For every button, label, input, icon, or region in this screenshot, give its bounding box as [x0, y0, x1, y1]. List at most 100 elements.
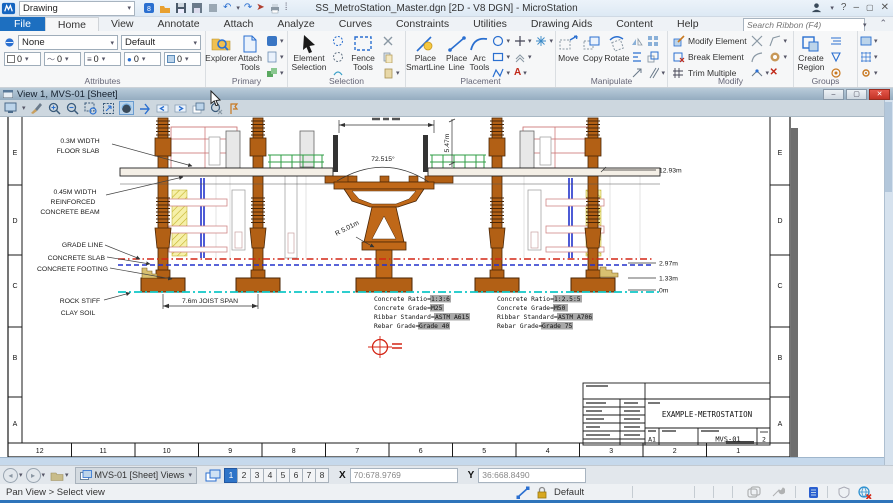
y-coordinate-field[interactable] — [478, 467, 587, 483]
view-groups-icon[interactable] — [205, 469, 221, 482]
element-info-tool[interactable]: ▾ — [266, 49, 284, 64]
views-dropdown-button[interactable]: MVS-01 [Sheet] Views ▾ — [74, 466, 197, 484]
tab-view[interactable]: View — [99, 17, 146, 31]
window-area-button[interactable] — [83, 101, 98, 115]
copy-clip-tool[interactable] — [382, 49, 400, 64]
update-view-button[interactable] — [29, 101, 44, 115]
snap-mode-icon[interactable] — [516, 486, 530, 499]
view-close-button[interactable]: ✕ — [869, 89, 890, 100]
view-history-folder-icon[interactable] — [50, 470, 64, 481]
tab-home[interactable]: Home — [44, 17, 99, 31]
tab-drawing-aids[interactable]: Drawing Aids — [519, 17, 604, 31]
zoom-out-button[interactable] — [65, 101, 80, 115]
selection-extras-tool[interactable]: ▾ — [860, 33, 891, 48]
copy-view-button[interactable] — [191, 101, 206, 115]
view-number-6[interactable]: 6 — [288, 467, 303, 483]
grid-extras-tool[interactable]: ▾ — [860, 49, 891, 64]
view-number-4[interactable]: 4 — [262, 467, 277, 483]
place-smartline-button[interactable]: Place SmartLine — [406, 33, 445, 80]
print-icon[interactable] — [269, 3, 281, 14]
workflow-combo[interactable]: Drawing ▾ — [19, 0, 135, 16]
pan-view-button[interactable] — [137, 101, 152, 115]
zoom-in-button[interactable] — [47, 101, 62, 115]
copy-button[interactable]: Copy — [581, 33, 604, 80]
tab-file[interactable]: File — [0, 17, 45, 31]
view-window-titlebar[interactable]: View 1, MVS-01 [Sheet] – ▢ ✕ — [0, 88, 893, 100]
close-button[interactable]: ✕ — [881, 2, 889, 13]
view-number-3[interactable]: 3 — [249, 467, 264, 483]
save-icon[interactable] — [175, 2, 187, 14]
search-input[interactable] — [744, 20, 862, 30]
tab-constraints[interactable]: Constraints — [384, 17, 461, 31]
tools-icon[interactable] — [771, 486, 786, 498]
active-weight-combo[interactable]: ≡ 0 ▾ — [84, 52, 121, 66]
restore-button[interactable]: ▢ — [866, 3, 874, 12]
view-menu-icon[interactable] — [3, 90, 13, 98]
ribbon-search[interactable]: ▾ — [743, 18, 867, 32]
view-display-mode-button[interactable] — [3, 101, 18, 115]
place-block-tool[interactable]: ▾ — [492, 49, 510, 64]
save-settings-icon[interactable] — [191, 2, 203, 14]
user-account-icon[interactable] — [811, 2, 822, 13]
standards-shield-icon[interactable] — [838, 486, 850, 498]
x-coordinate-field[interactable] — [349, 467, 458, 483]
active-color-combo[interactable]: 0 ▾ — [4, 52, 41, 66]
view-previous-button[interactable] — [155, 101, 170, 115]
active-transparency-combo[interactable]: 0 ▾ — [164, 52, 201, 66]
undo-caret-icon[interactable]: ▾ — [236, 4, 240, 12]
place-line-button[interactable]: Place Line — [445, 33, 469, 80]
v8-icon[interactable]: 8 — [143, 2, 155, 14]
create-region-button[interactable]: Create Region — [794, 33, 828, 80]
settings-extras-tool[interactable]: ▾ — [860, 65, 891, 80]
array-tool[interactable] — [647, 33, 665, 48]
rotate-button[interactable]: Rotate — [604, 33, 629, 80]
tab-analyze[interactable]: Analyze — [265, 17, 326, 31]
connection-status-icon[interactable] — [858, 485, 872, 499]
sheet-drawing[interactable]: E D C B A E D C B A 12 11 10 9 8 7 6 5 4… — [0, 117, 884, 458]
view-forward-button[interactable]: ▸ — [25, 467, 41, 483]
tab-help[interactable]: Help — [665, 17, 711, 31]
new-file-icon[interactable] — [159, 2, 171, 14]
place-circle-tool[interactable]: ▾ — [492, 33, 510, 48]
tab-attach[interactable]: Attach — [212, 17, 266, 31]
clip-mask-button[interactable] — [227, 101, 242, 115]
place-active-point-tool[interactable]: ▾ — [514, 33, 531, 48]
view-minimize-button[interactable]: – — [823, 89, 844, 100]
element-selection-button[interactable]: Element Selection — [288, 33, 330, 80]
saved-selections-icon[interactable] — [747, 486, 761, 498]
user-caret-icon[interactable]: ▾ — [830, 4, 834, 12]
display-mode-caret-icon[interactable]: ▾ — [22, 104, 26, 112]
horizontal-scrollbar[interactable] — [0, 457, 884, 465]
view-number-2[interactable]: 2 — [236, 467, 251, 483]
fence-tools-button[interactable]: Fence Tools — [346, 33, 380, 80]
lock-icon[interactable] — [536, 486, 548, 499]
view-number-1[interactable]: 1 — [223, 467, 238, 483]
view-back-button[interactable]: ◂ — [3, 467, 18, 483]
view-restore-button[interactable]: ▢ — [846, 89, 867, 100]
view-next-button[interactable] — [173, 101, 188, 115]
vertical-scrollbar-thumb[interactable] — [885, 102, 892, 192]
minimize-button[interactable]: – — [853, 2, 859, 13]
fillet-tool[interactable] — [751, 49, 769, 64]
tab-curves[interactable]: Curves — [327, 17, 384, 31]
drawing-canvas[interactable]: E D C B A E D C B A 12 11 10 9 8 7 6 5 4… — [0, 117, 884, 458]
arc-tools-button[interactable]: Arc Tools — [468, 33, 490, 80]
help-icon[interactable]: ? — [841, 2, 847, 13]
explorer-button[interactable]: Explorer — [205, 33, 237, 80]
more-commands-icon[interactable]: ⁞ — [285, 3, 288, 13]
attach-tools-button[interactable]: Attach Tools — [236, 33, 264, 80]
tab-content[interactable]: Content — [604, 17, 665, 31]
add-to-graphic-group-tool[interactable] — [830, 49, 842, 64]
move-button[interactable]: Move — [556, 33, 581, 80]
select-by-circle-tool[interactable] — [332, 33, 344, 48]
active-style-combo[interactable]: Default ▾ — [121, 35, 201, 50]
align-tool[interactable] — [631, 49, 643, 64]
view-number-8[interactable]: 8 — [314, 467, 329, 483]
view-number-7[interactable]: 7 — [301, 467, 316, 483]
hatch-area-tool[interactable]: ▾ — [769, 49, 787, 64]
view-number-5[interactable]: 5 — [275, 467, 290, 483]
pattern-tool[interactable]: ▾ — [535, 33, 553, 48]
place-multiline-tool[interactable]: ▾ — [514, 49, 531, 64]
references-tool[interactable]: ▾ — [266, 33, 284, 48]
select-by-shape-tool[interactable] — [332, 49, 344, 64]
